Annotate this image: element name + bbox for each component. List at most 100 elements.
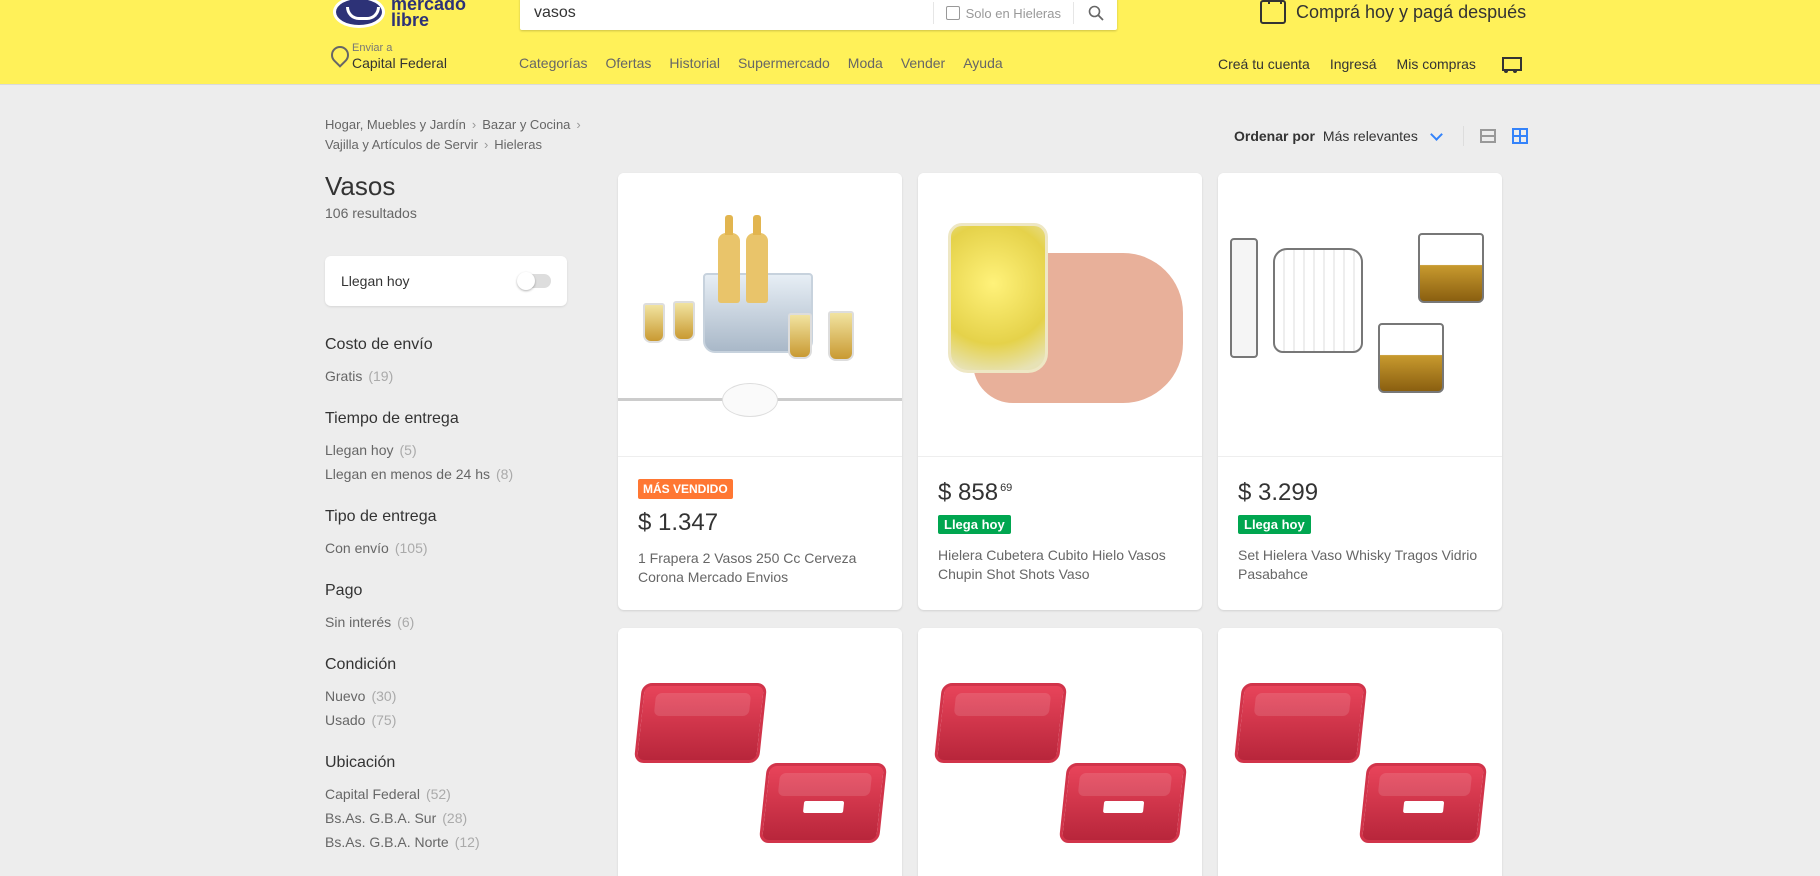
search-filter-option[interactable]: Solo en Hieleras	[932, 2, 1073, 24]
search-icon	[1088, 5, 1104, 21]
ice-tongs-graphic	[1230, 238, 1258, 358]
price-amount: $ 858	[938, 479, 999, 506]
product-title[interactable]: Set Hielera Vaso Whisky Tragos Vidrio Pa…	[1238, 546, 1482, 584]
filter-group-delivery-type: Tipo de entrega Con envío (105)	[325, 508, 615, 560]
nav-historial[interactable]: Historial	[669, 55, 720, 71]
filter-item[interactable]: Llegan en menos de 24 hs (8)	[325, 462, 615, 486]
create-account-link[interactable]: Creá tu cuenta	[1218, 56, 1310, 72]
filter-item[interactable]: Gratis (19)	[325, 364, 615, 388]
arrives-today-badge: Llega hoy	[1238, 515, 1311, 534]
filter-item[interactable]: Capital Federal (52)	[325, 782, 615, 806]
promo-banner[interactable]: Comprá hoy y pagá después	[1260, 0, 1526, 24]
glass-graphic	[788, 313, 812, 359]
glass-graphic	[828, 311, 854, 361]
search-input[interactable]	[520, 0, 933, 30]
best-seller-badge: MÁS VENDIDO	[638, 479, 733, 499]
logo-text: mercado libre	[391, 0, 467, 30]
same-day-switch[interactable]	[517, 272, 551, 290]
nav-ofertas[interactable]: Ofertas	[605, 55, 651, 71]
filter-item-count: (75)	[371, 712, 397, 728]
breadcrumb-item[interactable]: Hogar, Muebles y Jardín	[325, 117, 466, 132]
filter-item-count: (19)	[368, 368, 394, 384]
breadcrumb: Hogar, Muebles y Jardín › Bazar y Cocina › …	[325, 115, 615, 155]
product-title[interactable]: Hielera Cubetera Cubito Hielo Vasos Chup…	[938, 546, 1182, 584]
product-image[interactable]	[618, 173, 902, 457]
red-ice-bucket-graphic	[1358, 763, 1488, 843]
filter-item-label: Nuevo	[325, 688, 366, 704]
filter-item[interactable]: Llegan hoy (5)	[325, 438, 615, 462]
filter-item-label: Sin interés	[325, 614, 392, 630]
breadcrumb-item[interactable]: Hieleras	[494, 137, 542, 152]
sort-dropdown[interactable]: Más relevantes	[1323, 128, 1418, 144]
breadcrumb-item[interactable]: Bazar y Cocina	[482, 117, 570, 132]
product-image[interactable]	[918, 628, 1202, 876]
filter-item[interactable]: Bs.As. G.B.A. Norte (12)	[325, 830, 615, 854]
red-ice-bucket-graphic	[1233, 683, 1368, 763]
filter-group-title: Costo de envío	[325, 336, 433, 353]
product-card[interactable]	[1218, 628, 1502, 876]
product-card[interactable]	[618, 628, 902, 876]
location-pin-icon	[330, 46, 346, 68]
glass-graphic	[643, 303, 665, 343]
list-view-icon[interactable]	[1479, 129, 1496, 143]
filter-item-count: (28)	[442, 810, 468, 826]
filter-item-label: Capital Federal	[325, 786, 420, 802]
filter-group-title: Ubicación	[325, 754, 396, 771]
filter-item[interactable]: Nuevo (30)	[325, 684, 615, 708]
filter-group-location: Ubicación Capital Federal (52) Bs.As. G.B…	[325, 754, 615, 854]
product-card[interactable]: $ 3.299 Llega hoy Set Hielera Vaso Whisk…	[1218, 173, 1502, 610]
location-value: Capital Federal	[352, 55, 447, 71]
product-image[interactable]	[918, 173, 1202, 457]
search-button[interactable]	[1073, 2, 1117, 24]
product-card[interactable]: MÁS VENDIDO $ 1.347 1 Frapera 2 Vasos 25…	[618, 173, 902, 610]
cart-icon[interactable]	[1499, 55, 1522, 73]
filter-item-count: (12)	[454, 834, 480, 850]
product-card[interactable]: $ 858 69 Llega hoy Hielera Cubetera Cubit…	[918, 173, 1202, 610]
results-count: 106 resultados	[325, 205, 417, 221]
product-image[interactable]	[1218, 628, 1502, 876]
product-image[interactable]	[1218, 173, 1502, 457]
breadcrumb-chevron-icon: ›	[576, 117, 581, 132]
beer-bottle-graphic	[746, 215, 768, 303]
handshake-logo-icon	[333, 0, 385, 28]
filter-group-payment: Pago Sin interés (6)	[325, 582, 615, 634]
product-card[interactable]	[918, 628, 1202, 876]
nav-supermercado[interactable]: Supermercado	[738, 55, 830, 71]
filter-item[interactable]: Bs.As. G.B.A. Sur (28)	[325, 806, 615, 830]
glass-graphic	[673, 301, 695, 341]
nav-ayuda[interactable]: Ayuda	[963, 55, 1002, 71]
filter-item[interactable]: Con envío (105)	[325, 536, 615, 560]
filter-group-shipping-cost: Costo de envío Gratis (19)	[325, 336, 615, 388]
chevron-down-icon[interactable]	[1429, 127, 1443, 141]
red-ice-bucket-graphic	[633, 683, 768, 763]
same-day-toggle-card[interactable]: Llegan hoy	[325, 256, 567, 306]
nav-vender[interactable]: Vender	[901, 55, 945, 71]
same-day-toggle-label: Llegan hoy	[341, 273, 410, 289]
my-purchases-link[interactable]: Mis compras	[1397, 56, 1476, 72]
login-link[interactable]: Ingresá	[1330, 56, 1377, 72]
red-ice-bucket-graphic	[758, 763, 888, 843]
price-amount: $ 3.299	[1238, 479, 1319, 506]
filter-item[interactable]: Usado (75)	[325, 708, 615, 732]
filter-group-title: Pago	[325, 582, 363, 599]
search-filter-label: Solo en Hieleras	[965, 5, 1061, 21]
filter-group-title: Tipo de entrega	[325, 508, 437, 525]
search-filter-checkbox[interactable]	[945, 6, 960, 20]
logo[interactable]: mercado libre	[333, 0, 471, 30]
grid-view-icon[interactable]	[1511, 128, 1528, 144]
filter-group-condition: Condición Nuevo (30) Usado (75)	[325, 656, 615, 732]
divider	[1462, 126, 1464, 146]
promo-text: Comprá hoy y pagá después	[1296, 1, 1527, 22]
filter-item-count: (30)	[371, 688, 397, 704]
nav-categorias[interactable]: Categorías	[519, 55, 587, 71]
location-label: Enviar a	[352, 42, 393, 54]
shipping-location[interactable]: Enviar a Capital Federal	[330, 42, 447, 71]
filter-item[interactable]: Sin interés (6)	[325, 610, 615, 634]
product-image[interactable]	[618, 628, 902, 876]
product-title[interactable]: 1 Frapera 2 Vasos 250 Cc Cerveza Corona …	[638, 549, 882, 587]
nav-moda[interactable]: Moda	[848, 55, 883, 71]
breadcrumb-item[interactable]: Vajilla y Artículos de Servir	[325, 137, 478, 152]
product-price: $ 858 69	[938, 479, 1182, 507]
filters-panel: Costo de envío Gratis (19) Tiempo de entr…	[325, 336, 615, 876]
filter-item-label: Llegan hoy	[325, 442, 394, 458]
